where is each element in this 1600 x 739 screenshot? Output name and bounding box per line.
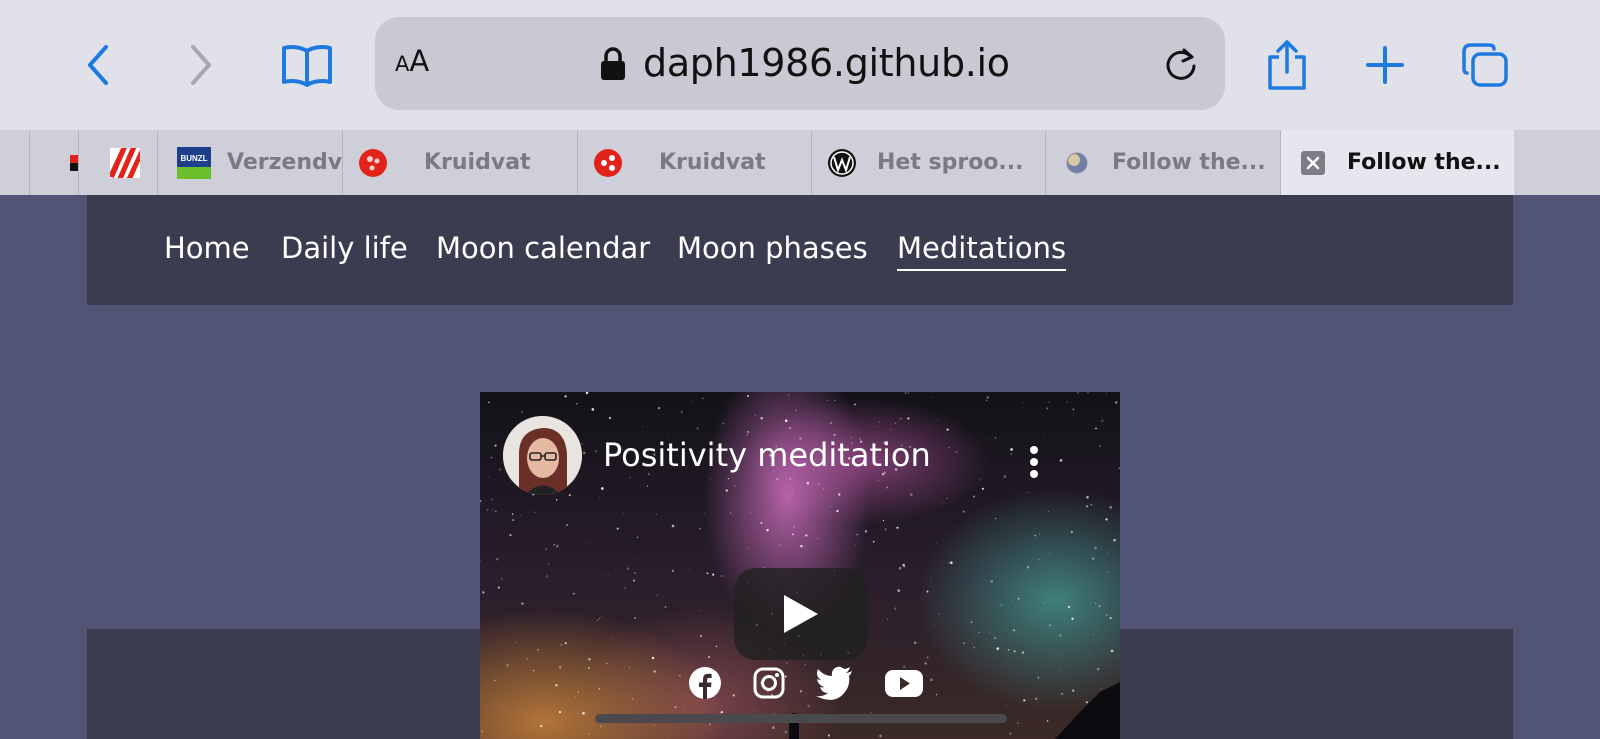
site-nav: Home Daily life Moon calendar Moon phase… [87, 195, 1513, 305]
tab-6[interactable]: Het sproo... [811, 130, 1045, 195]
tab-5[interactable]: Kruidvat [577, 130, 811, 195]
tab-1[interactable] [29, 130, 78, 195]
tab-label: Follow the... [1347, 150, 1501, 175]
tab-8-active[interactable]: Follow the... [1280, 130, 1514, 195]
close-icon[interactable] [1300, 148, 1326, 178]
share-icon[interactable] [1257, 35, 1317, 95]
text-size-small: A [395, 52, 410, 76]
text-size-button[interactable]: AA [395, 44, 429, 78]
nav-meditations[interactable]: Meditations [897, 230, 1067, 271]
social-icons [688, 666, 928, 706]
red-stripes-favicon [110, 147, 140, 178]
tab-7[interactable]: Follow the... [1045, 130, 1280, 195]
tab-label: Verzendve [227, 150, 342, 175]
browser-toolbar: AA daph1986.github.io [0, 0, 1600, 130]
bunzl-favicon: BUNZL [177, 146, 211, 179]
bookmarks-icon[interactable] [277, 35, 337, 95]
instagram-icon[interactable] [752, 666, 786, 700]
play-button[interactable] [734, 568, 868, 660]
kruidvat-favicon [358, 148, 388, 178]
facebook-icon[interactable] [688, 666, 722, 700]
tabs-icon[interactable] [1455, 35, 1515, 95]
nav-daily-life[interactable]: Daily life [281, 230, 408, 266]
youtube-icon[interactable] [884, 666, 924, 700]
back-icon[interactable] [69, 35, 129, 95]
video-title[interactable]: Positivity meditation [603, 435, 931, 475]
twitter-icon[interactable] [816, 666, 854, 700]
play-icon [784, 595, 818, 633]
progress-bar[interactable] [595, 714, 1007, 723]
w-favicon [827, 148, 857, 178]
tab-label: Kruidvat [424, 150, 531, 175]
tab-label: Het sproo... [877, 150, 1024, 175]
nav-moon-calendar[interactable]: Moon calendar [436, 230, 650, 266]
url-text[interactable]: daph1986.github.io [643, 40, 1010, 86]
video-player[interactable]: Positivity meditation [480, 392, 1120, 739]
text-size-large: A [409, 44, 430, 78]
tab-bar: BUNZL Verzendve Kruidvat Kruidvat Het sp… [0, 130, 1600, 195]
forward-icon[interactable] [170, 35, 230, 95]
nav-home[interactable]: Home [164, 230, 250, 266]
tab-label: Follow the... [1112, 150, 1266, 175]
more-vert-icon[interactable] [1028, 444, 1040, 485]
tab-label: Kruidvat [659, 150, 766, 175]
plus-icon[interactable] [1355, 35, 1415, 95]
tab-3[interactable]: BUNZL Verzendve [157, 130, 342, 195]
avatar[interactable] [503, 416, 582, 495]
kruidvat-favicon [593, 148, 623, 178]
reload-icon[interactable] [1163, 46, 1199, 87]
lock-icon [600, 47, 626, 86]
moon-favicon [1062, 148, 1092, 178]
svg-text:BUNZL: BUNZL [180, 154, 207, 163]
nav-moon-phases[interactable]: Moon phases [677, 230, 868, 266]
tab-4[interactable]: Kruidvat [342, 130, 577, 195]
tab-2[interactable] [78, 130, 157, 195]
red-black-favicon [70, 148, 78, 178]
